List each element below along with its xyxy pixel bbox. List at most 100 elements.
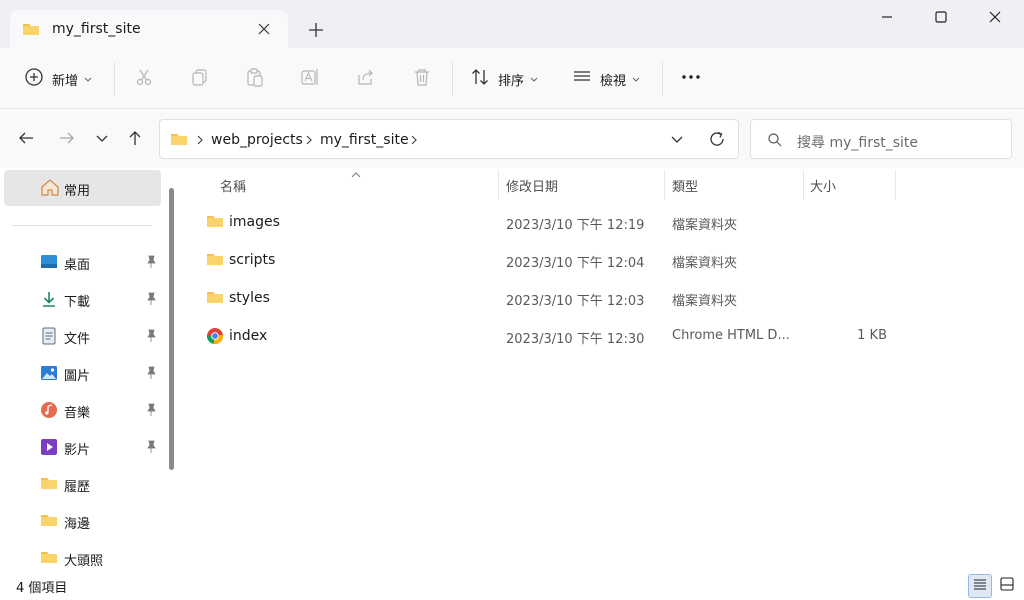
document-icon <box>40 327 58 345</box>
pin-icon[interactable] <box>144 292 158 306</box>
breadcrumb-web-projects[interactable]: web_projects <box>211 132 303 148</box>
table-row[interactable]: index 2023/3/10 下午 12:30 Chrome HTML D..… <box>202 319 902 353</box>
sidebar-item-label: 海邊 <box>64 517 91 532</box>
share-button[interactable] <box>356 64 376 94</box>
pin-icon[interactable] <box>144 440 158 454</box>
sidebar-item-home[interactable]: 常用 <box>4 170 161 206</box>
sidebar-item-label: 圖片 <box>64 369 91 384</box>
back-button[interactable] <box>14 128 38 152</box>
thumbnail-view-icon <box>999 576 1015 596</box>
sidebar-item-resume[interactable]: 履歷 <box>0 469 165 499</box>
column-header-type[interactable]: 類型 <box>672 176 698 195</box>
close-window-button[interactable] <box>970 0 1020 34</box>
delete-button[interactable] <box>412 64 432 94</box>
column-header-size[interactable]: 大小 <box>810 176 836 195</box>
sidebar-item-label: 文件 <box>64 332 91 347</box>
pictures-icon <box>40 364 58 382</box>
plus-circle-icon <box>24 67 44 91</box>
table-row[interactable]: styles 2023/3/10 下午 12:03 檔案資料夾 <box>202 281 902 315</box>
view-button[interactable]: 檢視 <box>572 64 640 94</box>
sidebar-scrollbar[interactable] <box>169 188 174 470</box>
sidebar-item-label: 桌面 <box>64 258 91 273</box>
column-divider[interactable] <box>803 170 804 200</box>
chevron-down-icon <box>84 72 92 87</box>
new-button[interactable]: 新增 <box>24 64 92 94</box>
sidebar-item-desktop[interactable]: 桌面 <box>0 247 165 277</box>
file-modified: 2023/3/10 下午 12:19 <box>506 218 645 233</box>
scissors-icon <box>134 67 154 91</box>
address-history-button[interactable] <box>670 134 684 149</box>
folder-icon <box>40 475 58 493</box>
chevron-down-icon <box>95 133 109 148</box>
file-modified: 2023/3/10 下午 12:04 <box>506 256 645 271</box>
sort-arrows-icon <box>470 67 490 91</box>
chrome-icon <box>206 327 224 345</box>
sidebar-item-pictures[interactable]: 圖片 <box>0 358 165 388</box>
forward-button[interactable] <box>55 128 79 152</box>
sidebar-item-videos[interactable]: 影片 <box>0 432 165 462</box>
column-divider[interactable] <box>664 170 665 200</box>
column-header-name[interactable]: 名稱 <box>220 176 246 195</box>
breadcrumb-my-first-site[interactable]: my_first_site <box>320 132 409 148</box>
pin-icon[interactable] <box>144 255 158 269</box>
search-input[interactable]: 搜尋 my_first_site <box>750 119 1012 159</box>
home-icon <box>40 178 60 200</box>
rename-button[interactable] <box>300 64 320 94</box>
address-bar[interactable]: web_projects my_first_site <box>159 119 739 159</box>
sidebar-item-documents[interactable]: 文件 <box>0 321 165 351</box>
divider <box>12 225 152 226</box>
new-label: 新增 <box>52 73 79 89</box>
pin-icon[interactable] <box>144 403 158 417</box>
chevron-down-icon <box>632 72 640 87</box>
download-icon <box>40 290 58 308</box>
maximize-button[interactable] <box>916 0 966 34</box>
close-tab-icon[interactable] <box>256 21 272 37</box>
column-divider[interactable] <box>895 170 896 200</box>
column-divider[interactable] <box>498 170 499 200</box>
minimize-button[interactable] <box>862 0 912 34</box>
arrow-up-icon <box>126 129 144 151</box>
file-modified: 2023/3/10 下午 12:30 <box>506 332 645 347</box>
sidebar-item-beach[interactable]: 海邊 <box>0 506 165 536</box>
sidebar-item-downloads[interactable]: 下載 <box>0 284 165 314</box>
address-row: web_projects my_first_site 搜尋 my_first_s… <box>0 110 1024 168</box>
large-icons-view-button[interactable] <box>995 574 1019 598</box>
pin-icon[interactable] <box>144 329 158 343</box>
new-tab-button[interactable] <box>304 18 328 42</box>
table-row[interactable]: scripts 2023/3/10 下午 12:04 檔案資料夾 <box>202 243 902 277</box>
file-type: 檔案資料夾 <box>672 294 738 309</box>
tab-my-first-site[interactable]: my_first_site <box>10 10 288 48</box>
refresh-icon[interactable] <box>708 130 726 152</box>
rename-icon <box>300 67 320 91</box>
folder-icon <box>206 213 224 231</box>
chevron-right-icon <box>410 134 418 150</box>
folder-icon <box>206 289 224 307</box>
folder-icon <box>206 251 224 269</box>
recent-locations-button[interactable] <box>90 128 114 152</box>
divider <box>114 62 115 96</box>
sidebar-item-music[interactable]: 音樂 <box>0 395 165 425</box>
details-view-button[interactable] <box>968 574 992 598</box>
file-name: images <box>229 214 280 230</box>
video-icon <box>40 438 58 456</box>
divider <box>452 62 453 96</box>
table-row[interactable]: images 2023/3/10 下午 12:19 檔案資料夾 <box>202 205 902 239</box>
file-name: scripts <box>229 252 276 268</box>
details-view-icon <box>972 576 988 596</box>
view-lines-icon <box>572 67 592 91</box>
cut-button[interactable] <box>134 64 154 94</box>
up-button[interactable] <box>123 128 147 152</box>
sidebar-item-headshots[interactable]: 大頭照 <box>0 543 165 573</box>
copy-button[interactable] <box>190 64 210 94</box>
more-options-button[interactable] <box>680 64 702 94</box>
command-bar: 新增 排序 檢視 <box>0 48 1024 109</box>
paste-button[interactable] <box>245 64 265 94</box>
arrow-left-icon <box>17 129 35 151</box>
sort-button[interactable]: 排序 <box>470 64 538 94</box>
sort-ascending-icon <box>350 168 362 183</box>
chevron-down-icon <box>530 72 538 87</box>
pin-icon[interactable] <box>144 366 158 380</box>
column-header-modified[interactable]: 修改日期 <box>506 176 558 195</box>
chevron-right-icon <box>196 134 204 150</box>
file-type: 檔案資料夾 <box>672 256 738 271</box>
